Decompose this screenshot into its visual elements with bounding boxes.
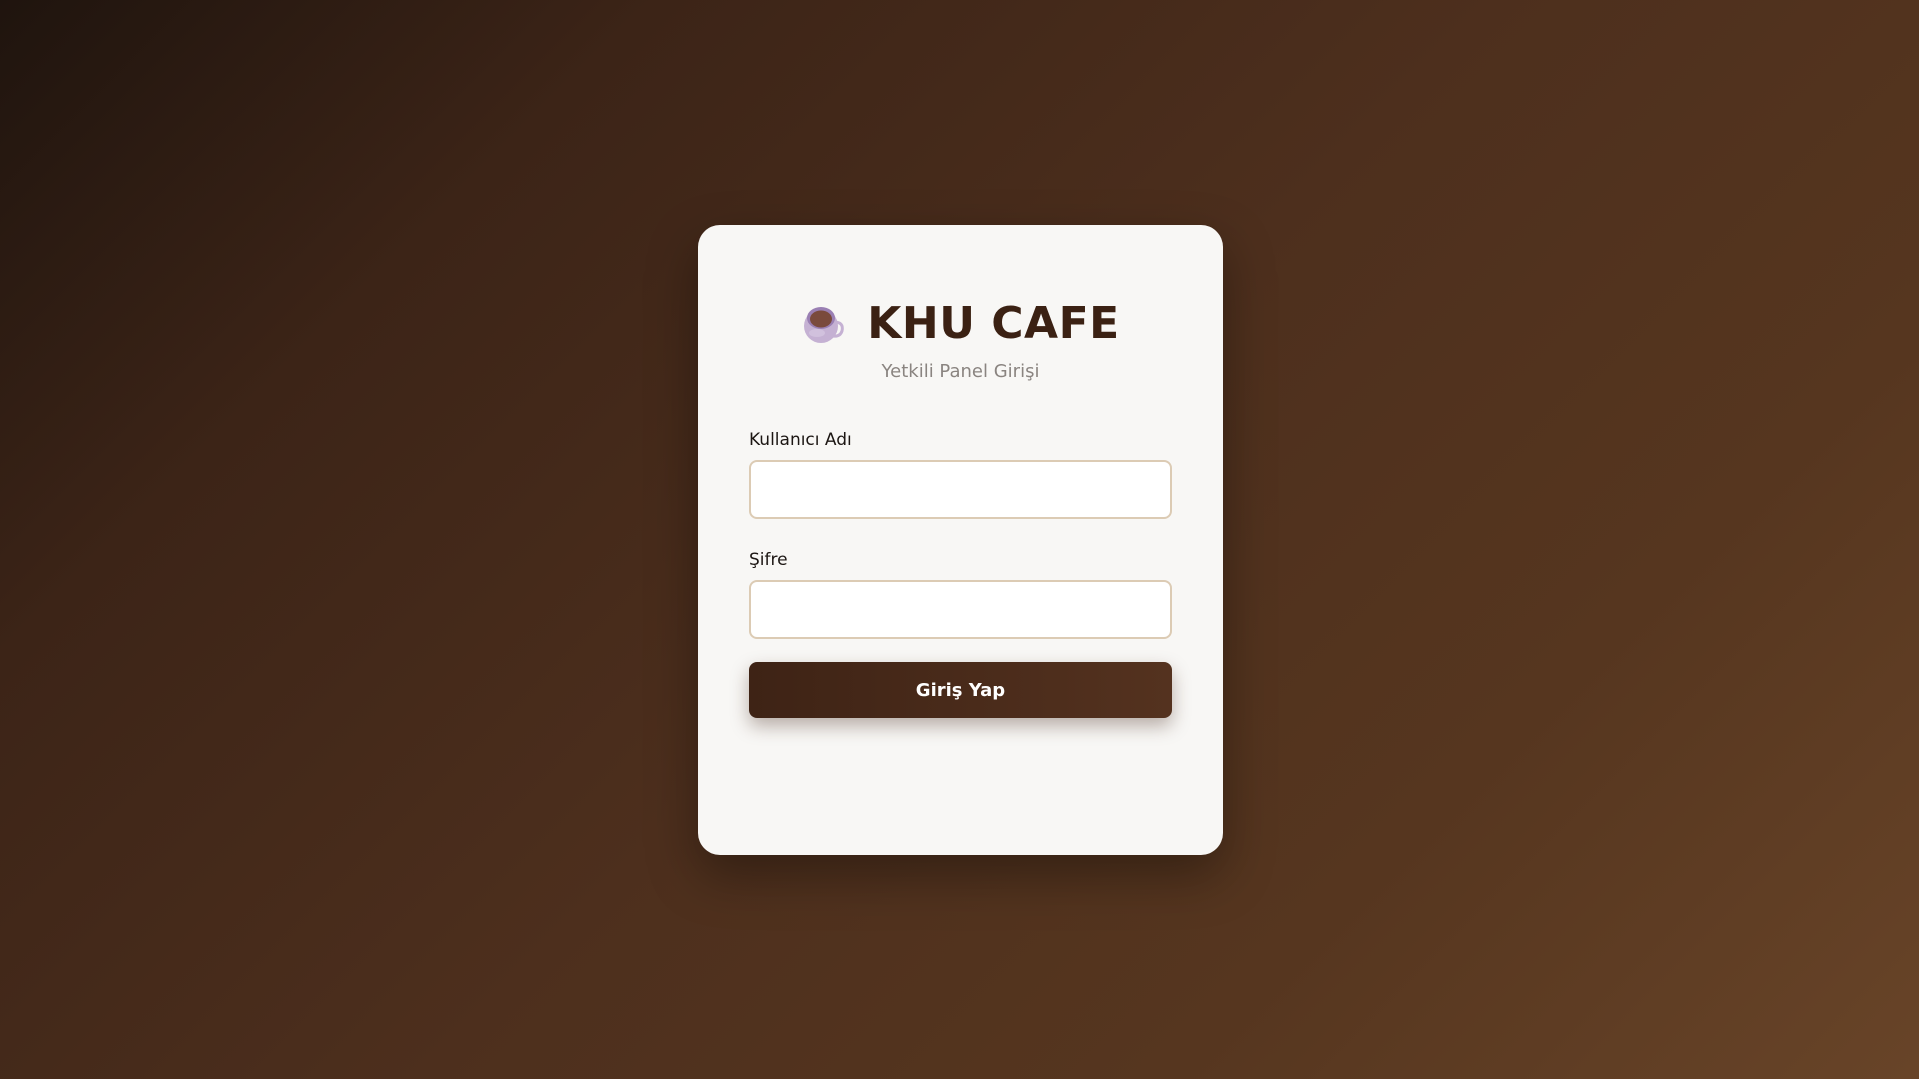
brand-header: KHU CAFE — [749, 295, 1172, 351]
brand-title: KHU CAFE — [867, 297, 1120, 349]
panel-subtitle: Yetkili Panel Girişi — [881, 361, 1040, 382]
password-label: Şifre — [749, 550, 788, 570]
username-input[interactable] — [749, 460, 1172, 519]
login-card: KHU CAFE Yetkili Panel Girişi Kullanıcı … — [698, 225, 1223, 855]
username-label: Kullanıcı Adı — [749, 430, 852, 450]
coffee-cup-icon — [801, 300, 847, 346]
login-button[interactable]: Giriş Yap — [749, 662, 1172, 718]
password-input[interactable] — [749, 580, 1172, 639]
